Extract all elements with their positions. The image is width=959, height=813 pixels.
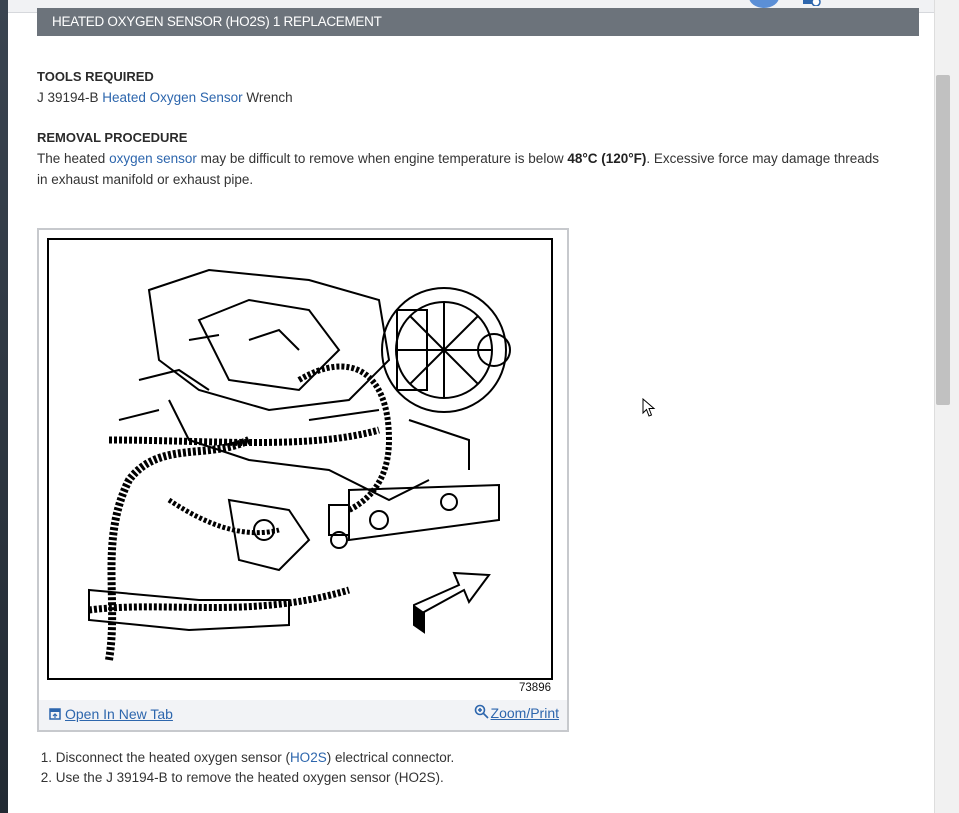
- removal-paragraph-line1: The heated oxygen sensor may be difficul…: [37, 151, 880, 166]
- open-new-tab-icon: [49, 708, 61, 720]
- window-edge: [0, 0, 8, 813]
- zoom-in-icon: [474, 704, 489, 719]
- procedure-steps: 1. Disconnect the heated oxygen sensor (…: [37, 748, 455, 788]
- heated-oxygen-sensor-link[interactable]: Heated Oxygen Sensor: [102, 90, 242, 105]
- figure-number: 73896: [519, 682, 551, 694]
- tools-line: J 39194-B Heated Oxygen Sensor Wrench: [37, 90, 293, 105]
- user-avatar[interactable]: [749, 0, 779, 8]
- document-add-icon[interactable]: [801, 0, 821, 6]
- engine-diagram-image[interactable]: [47, 238, 553, 680]
- figure-actions-bar: Open In New Tab Zoom/Print: [39, 700, 567, 730]
- ho2s-link[interactable]: HO2S: [290, 750, 327, 765]
- engine-illustration: [88, 268, 511, 661]
- document-panel: HEATED OXYGEN SENSOR (HO2S) 1 REPLACEMEN…: [8, 0, 934, 813]
- zoom-print-link[interactable]: Zoom/Print: [474, 704, 559, 721]
- mouse-cursor-icon: [642, 398, 656, 417]
- temperature-value: 48°C (120°F): [567, 151, 647, 166]
- page-title: HEATED OXYGEN SENSOR (HO2S) 1 REPLACEMEN…: [52, 14, 382, 29]
- oxygen-sensor-link[interactable]: oxygen sensor: [109, 151, 197, 166]
- scrollbar-thumb[interactable]: [936, 75, 950, 405]
- figure-card: 73896 Open In New Tab Zoom/Print: [37, 228, 569, 732]
- list-item: 2. Use the J 39194-B to remove the heate…: [40, 770, 444, 785]
- section-header: HEATED OXYGEN SENSOR (HO2S) 1 REPLACEMEN…: [37, 8, 919, 36]
- list-item: 1. Disconnect the heated oxygen sensor (…: [40, 750, 455, 765]
- removal-paragraph-line2: in exhaust manifold or exhaust pipe.: [37, 172, 254, 187]
- tools-heading: TOOLS REQUIRED: [37, 69, 154, 84]
- open-in-new-tab-link[interactable]: Open In New Tab: [49, 706, 173, 722]
- removal-heading: REMOVAL PROCEDURE: [37, 130, 188, 145]
